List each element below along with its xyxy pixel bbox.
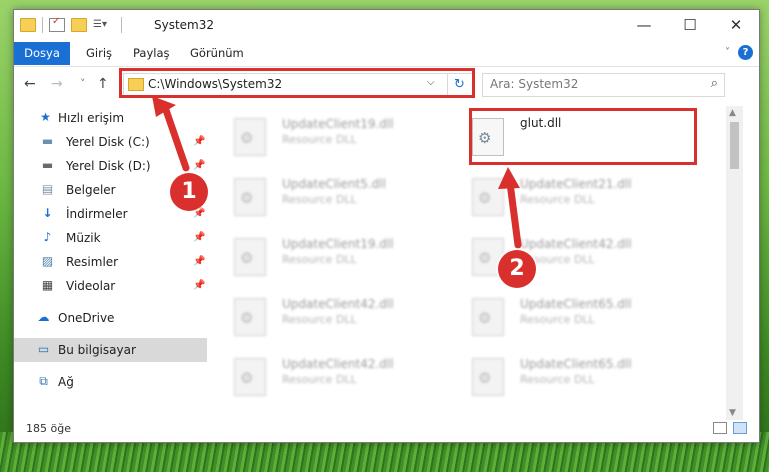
- callout-2: 2: [498, 250, 536, 288]
- annotation-arrows: [152, 96, 522, 249]
- callout-1: 1: [170, 173, 208, 211]
- arrow-1-shaft: [162, 106, 190, 172]
- arrow-2-head: [498, 167, 520, 189]
- arrow-2-shaft: [506, 179, 522, 249]
